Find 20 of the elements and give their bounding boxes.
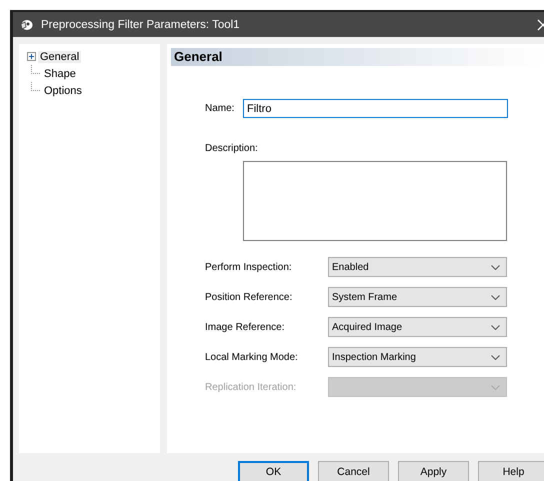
field-label: Position Reference: [205, 292, 294, 302]
field-label: Description: [205, 143, 259, 154]
name-field[interactable]: Filtro [243, 99, 508, 118]
field-label: Local Marking Mode: [205, 352, 299, 362]
dialog-button[interactable]: Cancel [318, 461, 389, 481]
field-label: Perform Inspection: [205, 262, 293, 272]
field-label: Image Reference: [205, 322, 286, 332]
window-title: Preprocessing Filter Parameters: Tool1 [41, 18, 240, 30]
field-label: Name: [205, 103, 236, 114]
tree-item[interactable]: Shape [42, 68, 78, 80]
tree-item[interactable]: General [38, 50, 82, 62]
field-label: Replication Iteration: [205, 382, 298, 392]
dropdown[interactable]: Enabled [328, 257, 507, 277]
dialog-button[interactable]: OK [238, 461, 309, 481]
dialog-button[interactable]: Help [478, 461, 544, 481]
dropdown[interactable]: Inspection Marking [328, 347, 507, 367]
dropdown[interactable]: Acquired Image [328, 317, 507, 337]
tree-item[interactable]: Options [42, 84, 84, 96]
dialog-button[interactable]: Apply [398, 461, 469, 481]
dropdown[interactable]: System Frame [328, 287, 507, 307]
